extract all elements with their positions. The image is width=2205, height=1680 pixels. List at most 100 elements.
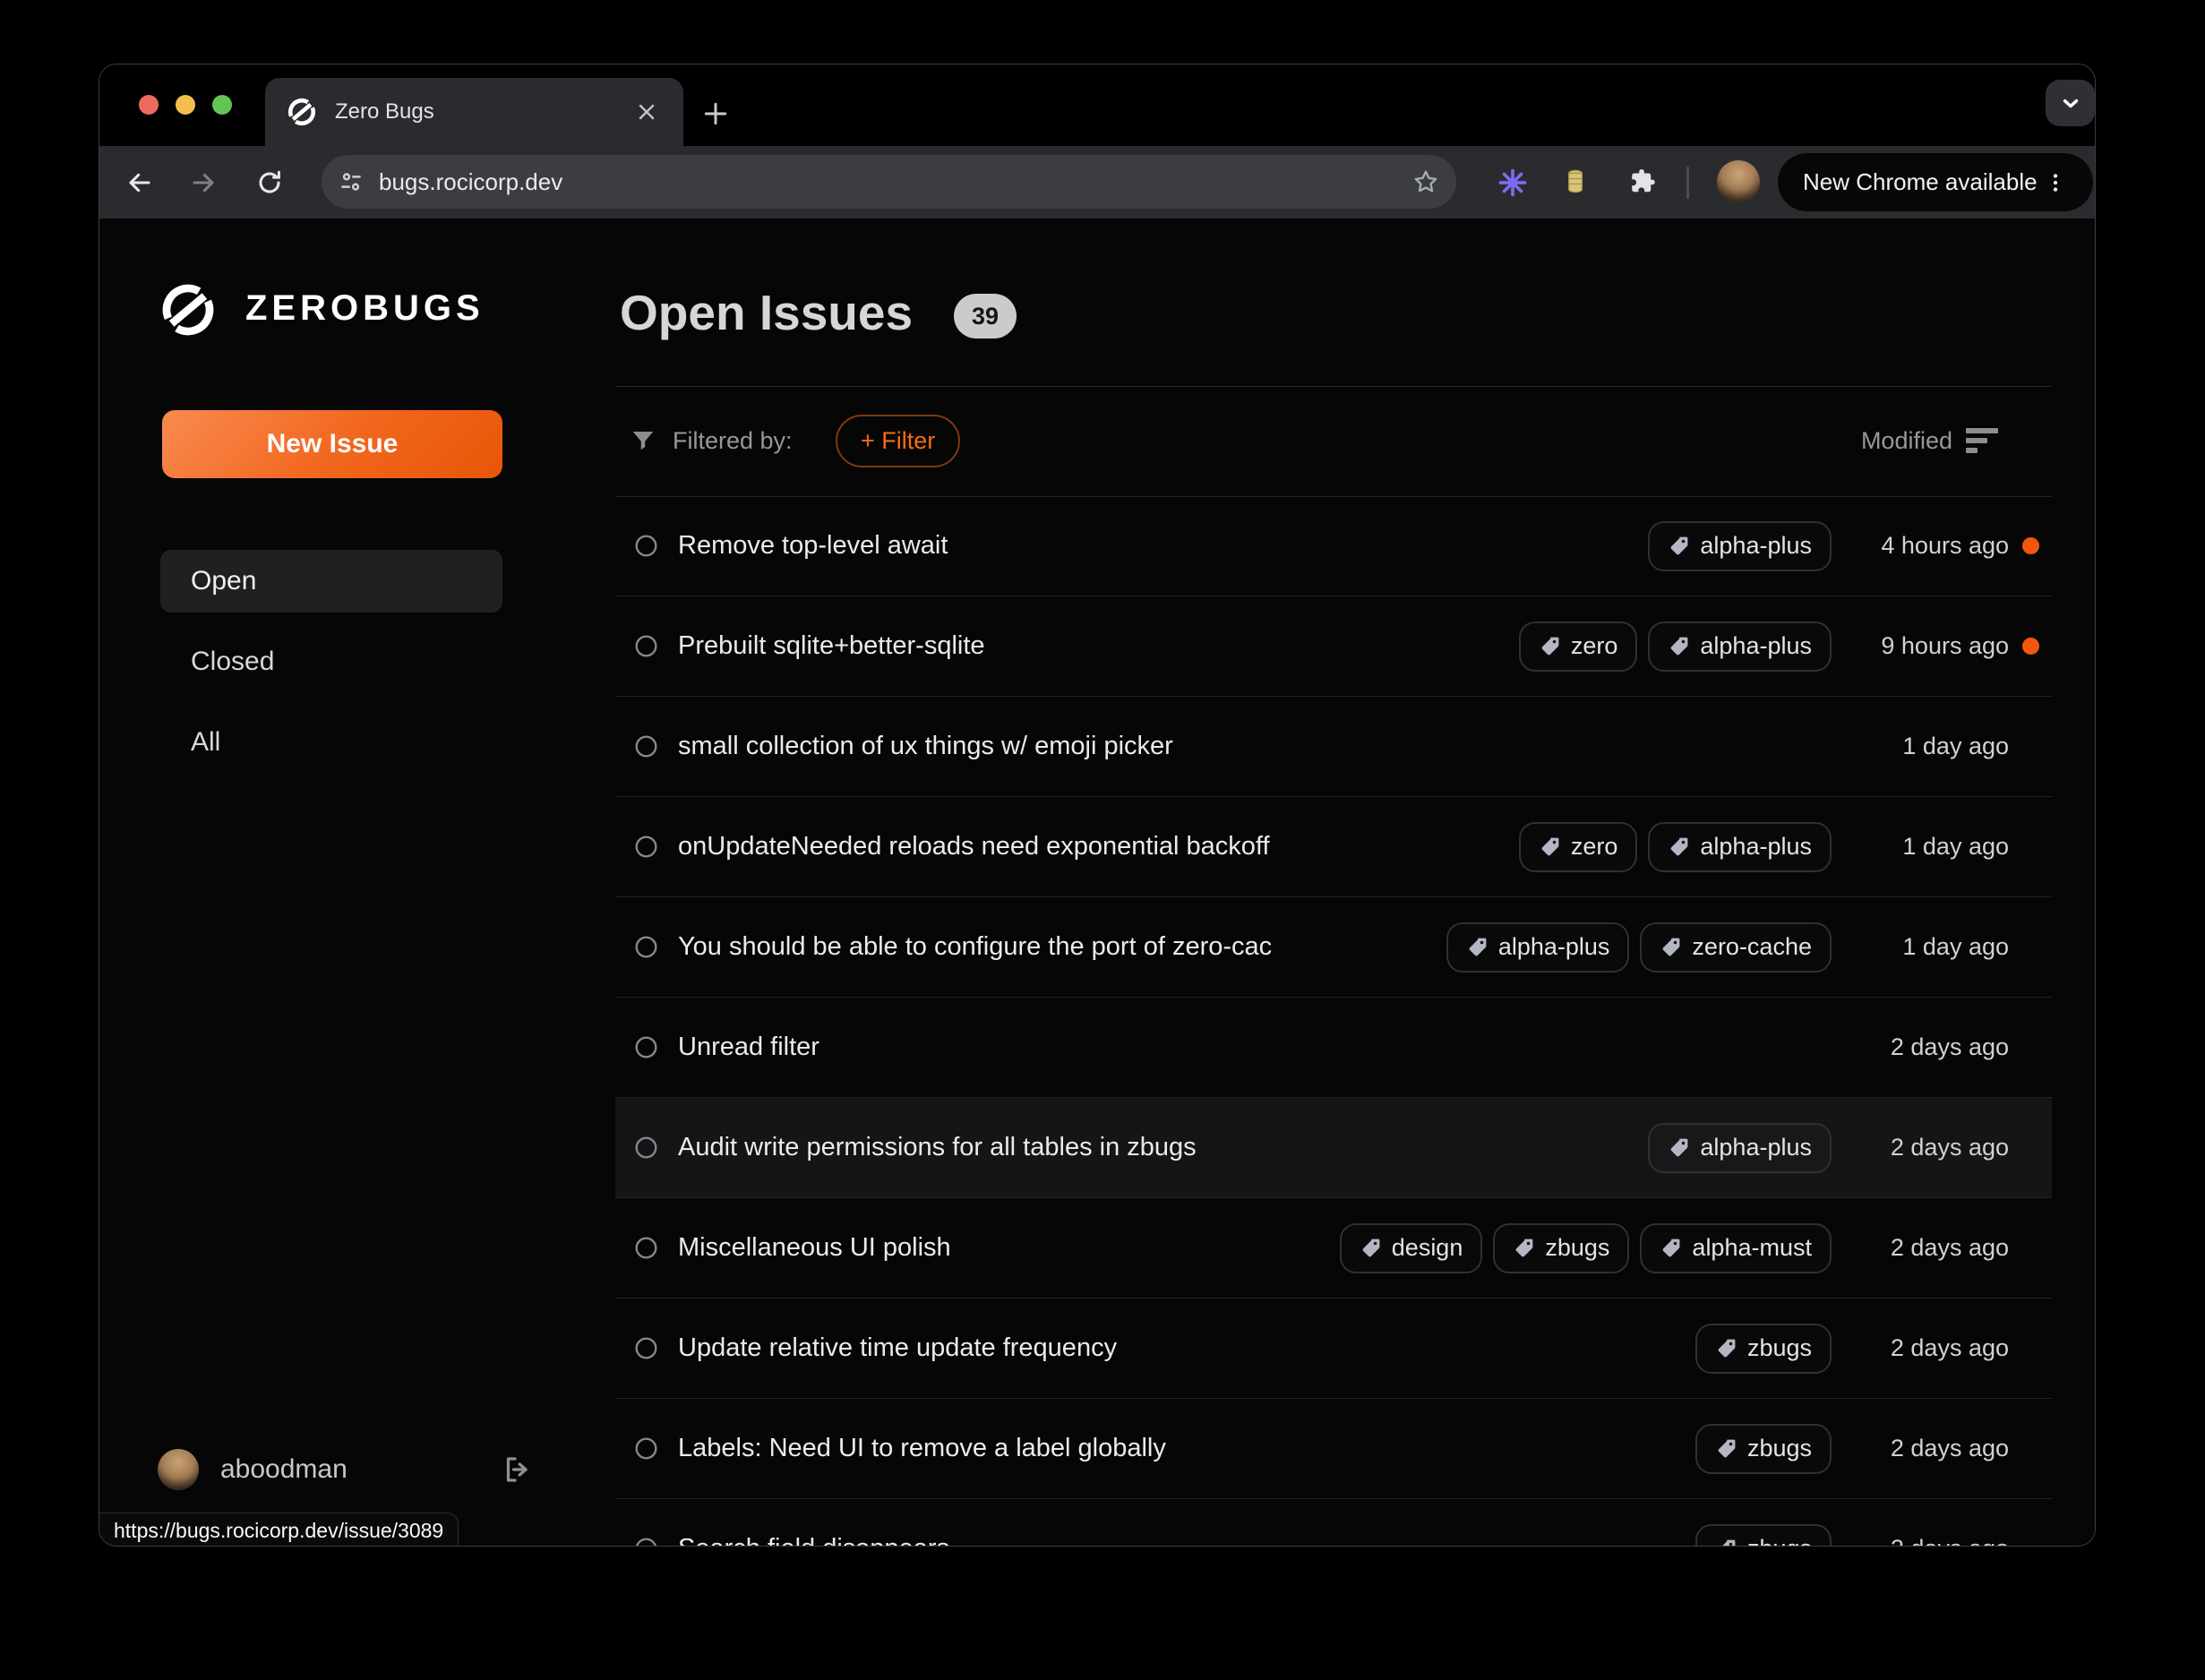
label-text: zbugs — [1747, 1435, 1812, 1462]
issue-row[interactable]: Prebuilt sqlite+better-sqlite zero alpha… — [615, 596, 2052, 697]
label-pill[interactable]: alpha-plus — [1648, 822, 1832, 872]
zerobugs-logo-icon — [159, 281, 217, 339]
chrome-update-button[interactable]: New Chrome available — [1778, 153, 2093, 211]
extension-coins-icon[interactable] — [1560, 167, 1591, 198]
issue-labels: design zbugs alpha-must — [1340, 1223, 1832, 1273]
issue-labels: alpha-plus zero-cache — [1446, 922, 1832, 973]
label-pill[interactable]: alpha-must — [1640, 1223, 1832, 1273]
issue-title: onUpdateNeeded reloads need exponential … — [678, 832, 1497, 861]
extension-loom-icon[interactable] — [1497, 167, 1528, 198]
chevron-down-icon — [2058, 90, 2083, 116]
label-text: design — [1392, 1234, 1463, 1262]
label-pill[interactable]: zero-cache — [1640, 922, 1832, 973]
issue-modified-time: 2 days ago — [1849, 1134, 2009, 1161]
issue-row[interactable]: small collection of ux things w/ emoji p… — [615, 697, 2052, 797]
label-pill[interactable]: alpha-plus — [1446, 922, 1630, 973]
reload-button[interactable] — [254, 167, 285, 198]
issue-title: small collection of ux things w/ emoji p… — [678, 732, 1810, 761]
issue-row[interactable]: Update relative time update frequency zb… — [615, 1299, 2052, 1399]
unread-dot — [2022, 537, 2039, 554]
toolbar-separator — [1686, 167, 1689, 199]
minimize-window-button[interactable] — [176, 95, 195, 115]
issue-modified-time: 2 days ago — [1849, 1334, 2009, 1362]
label-text: zero-cache — [1692, 933, 1812, 961]
sidebar-item-open[interactable]: Open — [160, 550, 502, 613]
issue-labels: alpha-plus — [1648, 521, 1832, 571]
site-settings-icon[interactable] — [338, 168, 365, 195]
label-pill[interactable]: alpha-plus — [1648, 1123, 1832, 1173]
issue-title: Labels: Need UI to remove a label global… — [678, 1434, 1674, 1463]
sort-by-label[interactable]: Modified — [1861, 427, 1952, 455]
label-text: alpha-plus — [1700, 532, 1812, 560]
tab-close-icon[interactable] — [631, 97, 662, 127]
unread-dot-area — [2009, 638, 2052, 655]
issue-row[interactable]: Labels: Need UI to remove a label global… — [615, 1399, 2052, 1499]
logout-icon[interactable] — [502, 1453, 534, 1486]
issue-row[interactable]: Unread filter 2 days ago — [615, 998, 2052, 1098]
kebab-menu-icon[interactable] — [2044, 171, 2073, 194]
issue-labels: zbugs — [1695, 1524, 1832, 1547]
label-pill[interactable]: zbugs — [1695, 1424, 1832, 1474]
zoom-window-button[interactable] — [212, 95, 232, 115]
issue-row[interactable]: Search field disappears zbugs 2 days ago — [615, 1499, 2052, 1547]
issue-modified-time: 2 days ago — [1849, 1535, 2009, 1547]
issue-row[interactable]: You should be able to configure the port… — [615, 897, 2052, 998]
issue-modified-time: 2 days ago — [1849, 1033, 2009, 1061]
label-pill[interactable]: zbugs — [1493, 1223, 1629, 1273]
issue-row[interactable]: Remove top-level await alpha-plus 4 hour… — [615, 496, 2052, 596]
new-issue-button[interactable]: New Issue — [162, 410, 502, 478]
label-text: zbugs — [1545, 1234, 1609, 1262]
browser-toolbar: bugs.rocicorp.dev New Chrome available — [99, 146, 2095, 219]
issue-modified-time: 1 day ago — [1849, 933, 2009, 961]
issue-list: Remove top-level await alpha-plus 4 hour… — [615, 496, 2052, 1547]
zbugs-app: ZEROBUGS New Issue OpenClosedAll aboodma… — [99, 219, 2095, 1546]
zero-logo-favicon — [287, 97, 317, 127]
address-bar[interactable]: bugs.rocicorp.dev — [322, 155, 1456, 209]
open-count-badge: 39 — [954, 294, 1017, 339]
issue-modified-time: 4 hours ago — [1849, 532, 2009, 560]
label-pill[interactable]: zero — [1519, 822, 1638, 872]
issue-row[interactable]: onUpdateNeeded reloads need exponential … — [615, 797, 2052, 897]
chrome-update-label: New Chrome available — [1803, 168, 2044, 196]
sidebar-item-closed[interactable]: Closed — [160, 630, 502, 693]
issue-status-circle-icon — [634, 734, 658, 759]
sort-order-icon[interactable] — [1966, 428, 2000, 453]
status-filter-nav: Open Closed All — [160, 550, 502, 792]
issue-status-circle-icon — [634, 1336, 658, 1360]
user-row: aboodman — [158, 1449, 534, 1490]
label-pill[interactable]: alpha-plus — [1648, 521, 1832, 571]
issue-row[interactable]: Miscellaneous UI polish design zbugs alp… — [615, 1198, 2052, 1299]
tab-title: Zero Bugs — [335, 99, 631, 124]
label-pill[interactable]: alpha-plus — [1648, 621, 1832, 672]
issue-row[interactable]: Audit write permissions for all tables i… — [615, 1098, 2052, 1198]
close-window-button[interactable] — [139, 95, 159, 115]
issue-title: Unread filter — [678, 1033, 1810, 1062]
browser-tab[interactable]: Zero Bugs — [265, 78, 683, 146]
label-pill[interactable]: zbugs — [1695, 1524, 1832, 1547]
back-button[interactable] — [124, 167, 155, 198]
issue-labels: zbugs — [1695, 1424, 1832, 1474]
extensions-puzzle-icon[interactable] — [1626, 167, 1657, 198]
issue-labels: zero alpha-plus — [1519, 822, 1832, 872]
new-tab-button[interactable] — [698, 96, 734, 132]
sidebar-item-all[interactable]: All — [160, 711, 502, 774]
label-pill[interactable]: zbugs — [1695, 1324, 1832, 1374]
label-text: zbugs — [1747, 1334, 1812, 1362]
tab-search-chevron-button[interactable] — [2046, 80, 2095, 126]
issue-title: Prebuilt sqlite+better-sqlite — [678, 631, 1497, 661]
profile-avatar[interactable] — [1717, 160, 1760, 203]
funnel-icon — [630, 427, 656, 454]
filter-row: Filtered by: + Filter Modified — [615, 386, 2052, 496]
label-pill[interactable]: design — [1340, 1223, 1483, 1273]
user-avatar[interactable] — [158, 1449, 199, 1490]
forward-button[interactable] — [188, 167, 219, 198]
label-pill[interactable]: zero — [1519, 621, 1638, 672]
issue-modified-time: 2 days ago — [1849, 1234, 2009, 1262]
issue-status-circle-icon — [634, 1436, 658, 1461]
issue-status-circle-icon — [634, 534, 658, 558]
issue-modified-time: 2 days ago — [1849, 1435, 2009, 1462]
unread-dot — [2022, 638, 2039, 655]
issue-status-circle-icon — [634, 835, 658, 859]
bookmark-star-icon[interactable] — [1411, 167, 1440, 196]
add-filter-button[interactable]: + Filter — [836, 415, 960, 467]
